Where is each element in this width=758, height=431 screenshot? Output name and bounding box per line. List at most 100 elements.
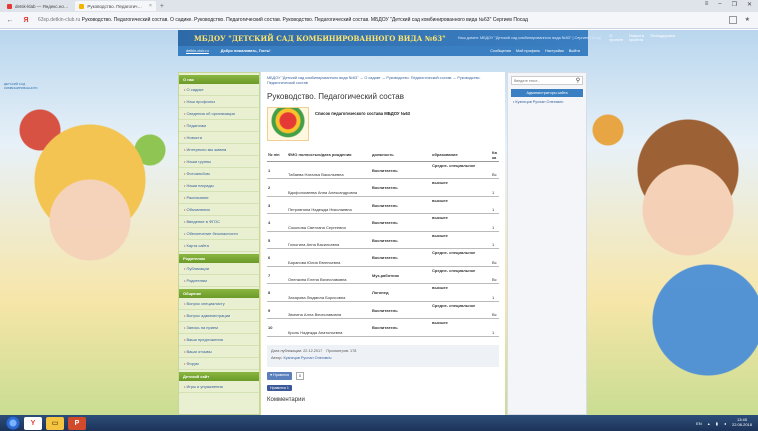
link-support[interactable]: Техподдержка — [650, 34, 675, 42]
row-qualification: Вс — [491, 248, 499, 267]
row-position: Воспитатель — [371, 231, 431, 250]
facebook-like-button[interactable]: Нравится 1 — [267, 384, 292, 391]
clock[interactable]: 13:45 22.06.2018 — [732, 417, 752, 428]
row-qualification: 1 — [491, 283, 499, 302]
tab-staff[interactable]: Руководство. Педагогич… × — [75, 1, 156, 11]
yandex-favicon-icon — [7, 3, 12, 9]
menu-item-teachers[interactable]: Педагогам — [179, 120, 259, 132]
like-button[interactable]: ♥ Нравится — [267, 371, 292, 380]
tab-yandex[interactable]: detsk-klab — Яндекс.но… — [3, 1, 72, 11]
menu-item-org-info[interactable]: Сведения об организации — [179, 108, 259, 120]
menu-item-photo[interactable]: Фотоальбом — [179, 168, 259, 180]
powerpoint-icon[interactable]: P — [68, 416, 86, 430]
menu-header-communication: Общение — [179, 289, 259, 298]
facebook-share: Нравится 1 — [267, 384, 499, 391]
menu-item-games[interactable]: Игры и упражнения — [179, 381, 259, 393]
menu-item-fgos[interactable]: Введение в ФГОС — [179, 216, 259, 228]
close-tab-icon[interactable]: × — [149, 3, 152, 9]
menu-item-schedule[interactable]: Расписание — [179, 192, 259, 204]
table-row: 9 Звягина Алла Вячеславовна Воспитатель … — [267, 301, 499, 320]
user-bar: detkin-club.ru Добро пожаловать, Гость! … — [178, 46, 588, 56]
menu-item-union[interactable]: Наш профсоюз — [179, 96, 259, 108]
link-project-news[interactable]: Новости проекта — [629, 34, 644, 42]
search-icon[interactable]: ⚲ — [574, 77, 582, 84]
volume-icon[interactable]: ◂ — [724, 421, 726, 426]
window-controls: ≡ – ❐ ✕ — [705, 1, 752, 8]
maximize-icon[interactable]: ❐ — [732, 1, 737, 8]
link-about-project[interactable]: О проекте — [609, 34, 623, 42]
back-arrow-icon[interactable]: ← — [4, 17, 16, 24]
user-links: Сообщения Мой профиль Настройки Выйти — [490, 49, 580, 53]
link-settings[interactable]: Настройки — [545, 49, 564, 53]
url-field[interactable]: 63sp.detkin-club.ru Руководство. Педагог… — [38, 17, 528, 23]
menu-item-awards[interactable]: Наши награды — [179, 180, 259, 192]
row-position: Воспитатель — [371, 248, 431, 267]
tab-view-icon[interactable] — [728, 16, 737, 24]
tray-arrow-icon[interactable]: ▴ — [708, 421, 710, 426]
menu-item-ask-specialist[interactable]: Вопрос специалисту — [179, 298, 259, 310]
table-row: 10 Кроль Надежда Анатольевна Воспитатель… — [267, 318, 499, 337]
row-number: 4 — [267, 213, 287, 232]
author-link[interactable]: Кузнецов Руслан Олегович — [284, 356, 332, 360]
menu-item-ask-admin[interactable]: Вопрос администрации — [179, 310, 259, 322]
menu-header-parents: Родителям — [179, 254, 259, 263]
network-icon[interactable]: ▮ — [716, 421, 718, 426]
menu-item-about[interactable]: О садике — [179, 84, 259, 96]
row-position: Воспитатель — [371, 301, 431, 320]
like-count: 0 — [296, 371, 304, 380]
row-qualification: Вс — [491, 301, 499, 320]
link-messages[interactable]: Сообщения — [490, 49, 511, 53]
minimize-icon[interactable]: – — [718, 1, 721, 8]
menu-item-ads[interactable]: Объявления — [179, 204, 259, 216]
start-button-icon[interactable] — [6, 416, 20, 430]
kindergarten-logo-image — [267, 106, 309, 141]
menu-item-reviews[interactable]: Ваши отзывы — [179, 346, 259, 358]
row-education: Средне- специальное — [431, 161, 491, 180]
row-name: Петровнина Надежда Николаевна — [287, 196, 371, 215]
menu-item-publications[interactable]: Публикации — [179, 263, 259, 275]
close-window-icon[interactable]: ✕ — [747, 1, 752, 8]
link-profile[interactable]: Мой профиль — [516, 49, 540, 53]
menu-item-forum[interactable]: Форум — [179, 358, 259, 370]
row-name: Звягина Алла Вячеславовна — [287, 301, 371, 320]
row-number: 3 — [267, 196, 287, 215]
tab-label: detsk-klab — Яндекс.но… — [15, 3, 69, 9]
breadcrumb[interactable]: МБДОУ "Детский сад комбинированного вида… — [267, 76, 499, 86]
menu-item-safety[interactable]: Обеспечение безопасности — [179, 228, 259, 240]
row-qualification: 1 — [491, 196, 499, 215]
view-count: Просмотров: 178 — [326, 348, 357, 353]
boy-illustration — [568, 90, 758, 415]
yandex-icon[interactable]: Я — [20, 17, 32, 24]
language-indicator[interactable]: EN — [696, 421, 702, 426]
os-taskbar: Y ▭ P EN ▴ ▮ ◂ 13:45 22.06.2018 — [0, 415, 758, 431]
menu-item-parents[interactable]: Родителям — [179, 275, 259, 287]
menu-item-sitemap[interactable]: Карта сайта — [179, 240, 259, 252]
menu-item-news[interactable]: Новости — [179, 132, 259, 144]
row-education: высшее — [431, 196, 491, 215]
bookmark-star-icon[interactable]: ★ — [745, 16, 750, 24]
menu-icon[interactable]: ≡ — [705, 1, 709, 8]
menu-item-life[interactable]: Интересно мы живем — [179, 144, 259, 156]
row-position: Логопед — [371, 283, 431, 302]
folder-icon[interactable]: ▭ — [46, 416, 64, 430]
site-domain-link[interactable]: Наш домен: МБДОУ "Детский сад комбиниров… — [458, 36, 601, 40]
menu-item-groups[interactable]: Наши группы — [179, 156, 259, 168]
search-input[interactable] — [512, 78, 574, 83]
row-name: Вдофоломеева Анна Александровна — [287, 178, 371, 197]
menu-item-suggestions[interactable]: Ваши предложения — [179, 334, 259, 346]
new-tab-button[interactable]: + — [160, 3, 164, 10]
home-link[interactable]: detkin-club.ru — [186, 49, 209, 53]
meta-row: Дата публикации: 22.12.2017 Просмотров: … — [271, 349, 495, 353]
link-logout[interactable]: Выйти — [569, 49, 580, 53]
staff-table: № п/п ФИО полностью/дата рождения должно… — [267, 148, 499, 337]
row-qualification: 1 — [491, 213, 499, 232]
site-title[interactable]: МБДОУ "ДЕТСКИЙ САД КОМБИНИРОВАННОГО ВИДА… — [194, 34, 446, 43]
welcome-text: Добро пожаловать, Гость! — [220, 49, 271, 53]
menu-item-appointment[interactable]: Запись на прием — [179, 322, 259, 334]
site-header: МБДОУ "ДЕТСКИЙ САД КОМБИНИРОВАННОГО ВИДА… — [178, 30, 675, 46]
yandex-browser-icon[interactable]: Y — [24, 416, 42, 430]
admin-link[interactable]: Кузнецов Руслан Олегович — [511, 97, 583, 107]
right-sidebar: ⚲ Администраторы сайта Кузнецов Руслан О… — [507, 72, 587, 415]
share-buttons: ♥ Нравится 0 — [267, 371, 499, 380]
row-qualification: Вс — [491, 161, 499, 180]
